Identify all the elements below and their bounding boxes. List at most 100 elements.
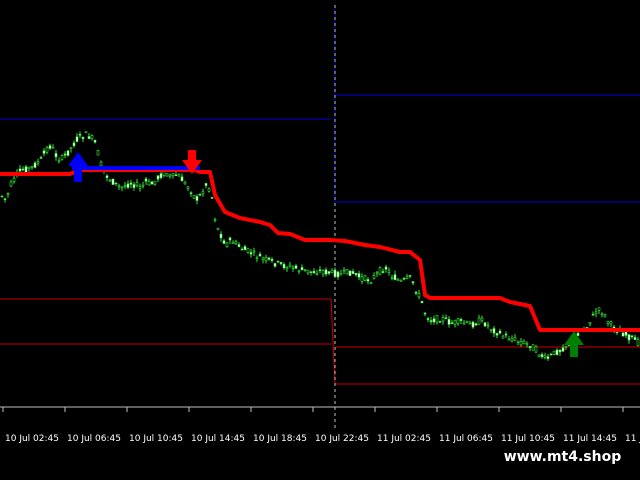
candle-body: [234, 241, 238, 245]
price-chart[interactable]: 10 Jul 02:45 10 Jul 06:45 10 Jul 10:45 10 J…: [0, 0, 640, 480]
candle-body: [345, 269, 349, 275]
candle-body: [558, 349, 562, 353]
candle-body: [600, 313, 604, 316]
candle-body: [399, 279, 403, 282]
candle-body: [522, 340, 526, 345]
time-tick-label: 10 Jul 18:45: [253, 434, 307, 444]
candle-body: [630, 335, 634, 338]
candle-body: [192, 195, 196, 199]
candle-body: [363, 275, 367, 281]
candle-body: [627, 334, 631, 341]
candle-body: [369, 282, 373, 285]
candle-body: [393, 274, 397, 281]
candle-body: [120, 186, 124, 189]
candle-body: [591, 313, 595, 316]
candle-body: [243, 246, 247, 251]
candle-body: [27, 166, 31, 169]
candle-body: [198, 194, 202, 196]
candle-body: [12, 177, 16, 183]
candle-body: [156, 175, 160, 180]
candle-body: [498, 330, 502, 334]
candle-body: [420, 300, 424, 304]
candle-body: [141, 184, 145, 187]
time-tick-label: 10 Jul 10:45: [129, 434, 183, 444]
candle-body: [231, 242, 235, 245]
candle-body: [282, 263, 286, 269]
candle-body: [531, 344, 535, 351]
candle-body: [72, 142, 76, 147]
candle-body: [138, 186, 142, 189]
candle-body: [90, 135, 94, 139]
candle-body: [9, 181, 13, 187]
candle-body: [312, 270, 316, 274]
candle-body: [456, 318, 460, 324]
candle-body: [267, 257, 271, 260]
candle-body: [519, 340, 523, 346]
candle-body: [21, 168, 25, 171]
candle-body: [180, 176, 184, 182]
candle-body: [285, 267, 289, 270]
candle-body: [228, 237, 232, 241]
candle-body: [459, 318, 463, 321]
time-tick-label: 11 Jul 06:45: [439, 434, 493, 444]
candle-body: [207, 188, 211, 192]
candle-body: [177, 174, 181, 177]
candle-body: [537, 354, 541, 357]
candle-body: [279, 261, 283, 265]
candle-body: [321, 270, 325, 275]
candle-body: [201, 191, 205, 195]
candle-body: [255, 257, 259, 260]
candle-body: [540, 354, 544, 358]
candle-body: [390, 277, 394, 279]
candle-body: [210, 197, 214, 199]
candle-body: [147, 181, 151, 186]
candle-body: [165, 173, 169, 177]
candle-body: [525, 342, 529, 345]
candle-body: [468, 322, 472, 325]
time-tick-label: 10 Jul 14:45: [191, 434, 245, 444]
candle-body: [477, 317, 481, 325]
candle-body: [384, 266, 388, 270]
candle-body: [6, 193, 10, 195]
time-tick-label: 10 Jul 02:45: [5, 434, 59, 444]
candle-body: [432, 318, 436, 323]
candle-body: [36, 161, 40, 164]
candle-body: [606, 321, 610, 324]
time-tick-label: 10 Jul 22:45: [315, 434, 369, 444]
candle-body: [30, 165, 34, 168]
candle-body: [489, 328, 493, 331]
candle-body: [324, 269, 328, 275]
candle-body: [57, 160, 61, 162]
candle-body: [108, 179, 112, 182]
time-tick-label: 11 Jul 18:45: [625, 434, 640, 444]
candle-body: [60, 155, 64, 160]
candle-body: [240, 248, 244, 251]
candle-body: [402, 277, 406, 280]
candle-body: [216, 227, 220, 231]
candle-body: [168, 174, 172, 178]
candle-body: [294, 265, 298, 269]
time-tick-label: 11 Jul 02:45: [377, 434, 431, 444]
candle-body: [288, 264, 292, 267]
candle-body: [426, 318, 430, 320]
candle-body: [414, 292, 418, 294]
candle-body: [303, 268, 307, 271]
candle-body: [276, 260, 280, 263]
candle-body: [204, 183, 208, 186]
candle-body: [186, 186, 190, 189]
candle-body: [546, 356, 550, 360]
candle-body: [48, 145, 52, 149]
candle-body: [51, 146, 55, 149]
candle-body: [405, 276, 409, 279]
candle-body: [189, 192, 193, 194]
watermark: www.mt4.shop: [497, 446, 628, 468]
candle-body: [87, 136, 91, 139]
candle-body: [624, 331, 628, 336]
candle-body: [300, 267, 304, 271]
candle-body: [291, 266, 295, 269]
candle-body: [528, 345, 532, 348]
candle-body: [342, 269, 346, 272]
candle-body: [480, 317, 484, 321]
candle-body: [111, 178, 115, 185]
candle-body: [195, 196, 199, 201]
